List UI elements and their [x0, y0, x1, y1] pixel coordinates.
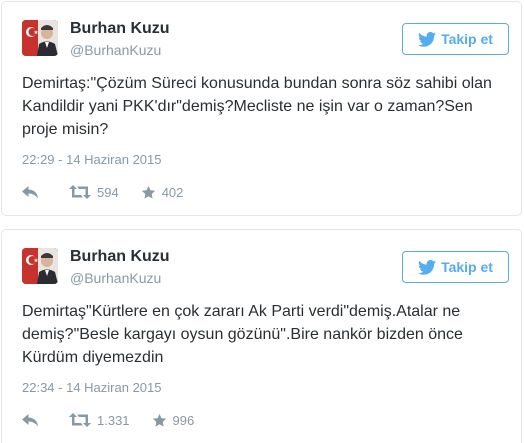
follow-label: Takip et	[441, 31, 493, 47]
author-handle[interactable]: @BurhanKuzu	[70, 42, 161, 58]
tweet-card: Burhan Kuzu @BurhanKuzu Takip et Demirta…	[1, 1, 522, 216]
favorite-count: 402	[161, 184, 184, 200]
follow-label: Takip et	[441, 259, 493, 275]
retweet-count: 594	[97, 184, 119, 200]
tweet-card: Burhan Kuzu @BurhanKuzu Takip et Demirta…	[1, 229, 522, 443]
tweet-actions: 594 402	[22, 182, 183, 202]
twitter-bird-icon	[418, 31, 437, 47]
favorite-count: 996	[172, 412, 195, 428]
retweet-icon	[69, 413, 91, 427]
twitter-bird-icon	[418, 259, 437, 275]
retweet-icon	[69, 185, 91, 199]
avatar[interactable]	[22, 20, 58, 56]
retweet-button[interactable]: 1.331	[69, 413, 130, 428]
favorite-button[interactable]: 996	[152, 412, 195, 428]
star-icon	[141, 185, 156, 200]
author-name[interactable]: Burhan Kuzu	[70, 248, 170, 266]
tweet-text: Demirtaş:"Çözüm Süreci konusunda bundan …	[22, 75, 492, 138]
tweet-text: Demirtaş"Kürtlere en çok zararı Ak Parti…	[22, 303, 463, 366]
reply-icon	[22, 185, 39, 199]
follow-button[interactable]: Takip et	[402, 23, 509, 55]
reply-button[interactable]	[22, 185, 39, 199]
follow-button[interactable]: Takip et	[402, 251, 509, 283]
retweet-button[interactable]: 594	[69, 185, 119, 200]
avatar[interactable]	[22, 248, 58, 284]
retweet-count: 1.331	[97, 412, 130, 428]
reply-icon	[22, 413, 39, 427]
tweet-timestamp[interactable]: 22:34 - 14 Haziran 2015	[22, 380, 161, 395]
favorite-button[interactable]: 402	[141, 184, 184, 200]
tweet-timestamp[interactable]: 22:29 - 14 Haziran 2015	[22, 152, 161, 167]
author-name[interactable]: Burhan Kuzu	[70, 20, 170, 38]
author-handle[interactable]: @BurhanKuzu	[70, 270, 161, 286]
tweet-actions: 1.331 996	[22, 410, 194, 430]
reply-button[interactable]	[22, 413, 39, 427]
star-icon	[152, 413, 167, 428]
